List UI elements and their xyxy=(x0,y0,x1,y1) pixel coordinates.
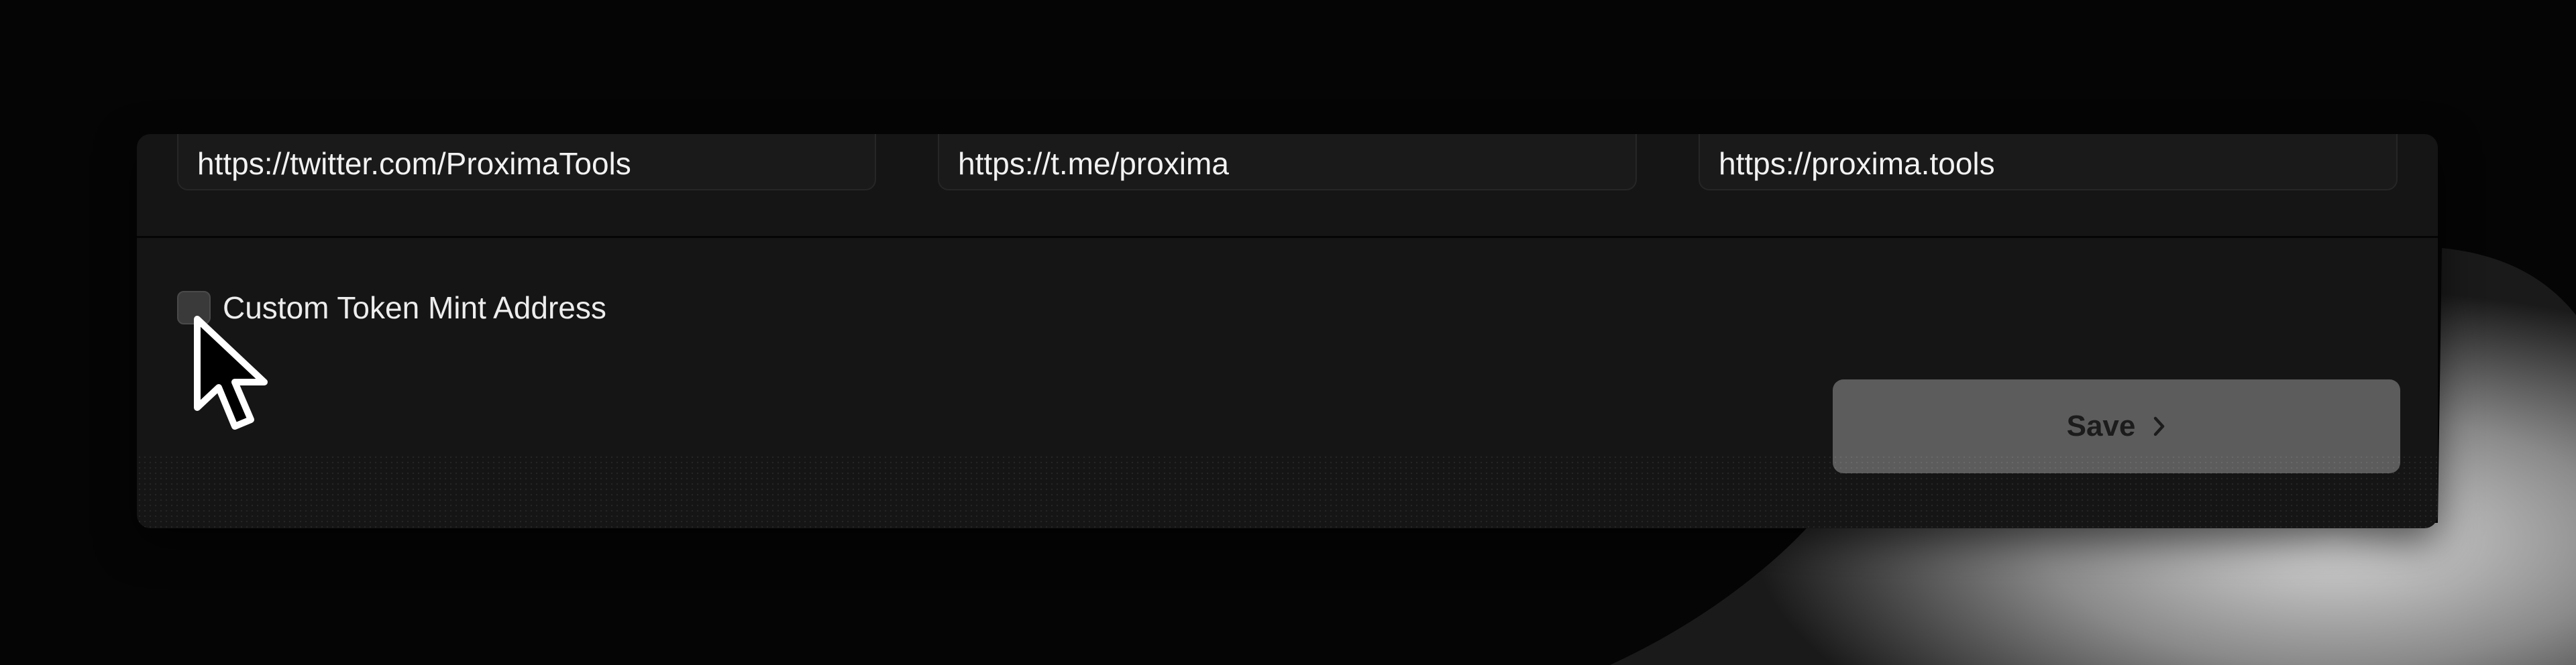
custom-mint-label: Custom Token Mint Address xyxy=(223,290,606,325)
section-divider xyxy=(137,236,2438,238)
twitter-link-input[interactable]: https://twitter.com/ProximaTools xyxy=(177,134,876,190)
app-screen: https://twitter.com/ProximaTools https:/… xyxy=(0,0,2576,665)
website-link-input[interactable]: https://proxima.tools xyxy=(1699,134,2398,190)
mouse-pointer-icon xyxy=(194,316,268,430)
chevron-right-icon xyxy=(2153,416,2166,437)
twitter-link-value: https://twitter.com/ProximaTools xyxy=(197,146,631,181)
telegram-link-value: https://t.me/proxima xyxy=(958,146,1229,181)
social-links-row: https://twitter.com/ProximaTools https:/… xyxy=(177,134,2398,190)
website-link-value: https://proxima.tools xyxy=(1719,146,1995,181)
save-button[interactable]: Save xyxy=(1833,379,2400,473)
telegram-link-input[interactable]: https://t.me/proxima xyxy=(938,134,1637,190)
save-button-label: Save xyxy=(2066,410,2136,442)
settings-card: https://twitter.com/ProximaTools https:/… xyxy=(137,134,2438,528)
